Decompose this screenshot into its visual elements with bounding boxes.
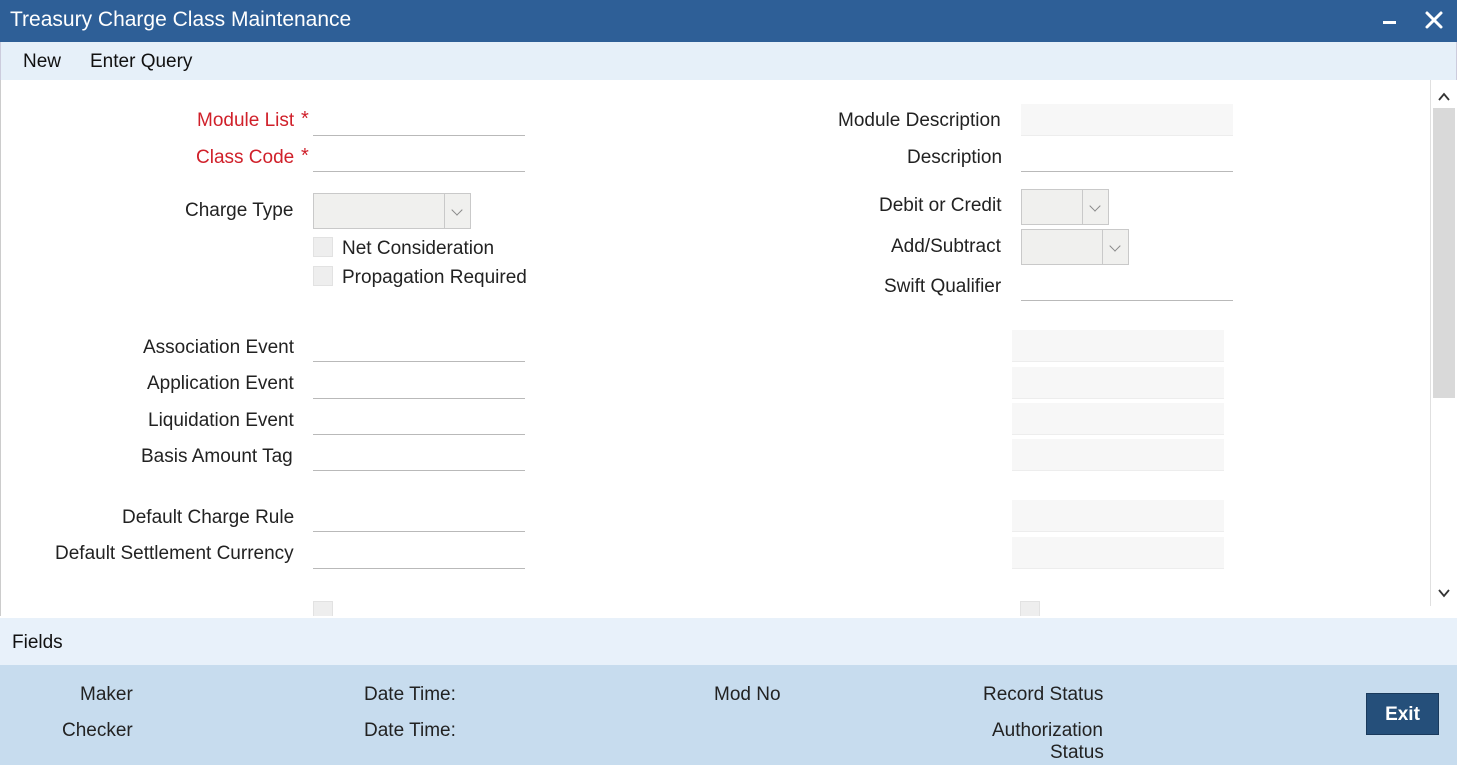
application-event-input[interactable] <box>313 367 525 399</box>
default-settlement-currency-description <box>1012 537 1224 569</box>
mod-no-label: Mod No <box>714 684 781 705</box>
window-titlebar: Treasury Charge Class Maintenance <box>0 0 1457 42</box>
module-list-input[interactable] <box>313 104 525 136</box>
basis-amount-tag-description <box>1012 439 1224 471</box>
basis-amount-tag-label: Basis Amount Tag <box>141 446 293 467</box>
new-button[interactable]: New <box>23 51 61 73</box>
chevron-down-icon <box>444 194 470 228</box>
checker-label: Checker <box>62 720 133 741</box>
required-mark: * <box>301 145 309 167</box>
enter-query-button[interactable]: Enter Query <box>90 51 192 73</box>
default-settlement-currency-input[interactable] <box>313 537 525 569</box>
application-event-label: Application Event <box>147 373 294 394</box>
association-event-description <box>1012 330 1224 362</box>
debit-or-credit-label: Debit or Credit <box>879 195 1002 216</box>
class-code-input[interactable] <box>313 140 525 172</box>
chevron-down-icon <box>1102 230 1128 264</box>
cut-off-checkbox[interactable] <box>1020 601 1040 616</box>
checker-date-time-label: Date Time: <box>364 720 456 741</box>
record-status-label: Record Status <box>983 684 1104 705</box>
chevron-down-icon <box>1082 190 1108 224</box>
add-subtract-label: Add/Subtract <box>891 236 1001 257</box>
module-description-label: Module Description <box>838 110 1001 131</box>
scrollbar-thumb[interactable] <box>1433 108 1455 398</box>
module-list-label: Module List <box>197 110 295 131</box>
application-event-description <box>1012 367 1224 399</box>
form-panel: Module List * Class Code * Charge Type N… <box>0 80 1430 616</box>
description-label: Description <box>907 147 1003 168</box>
fields-link[interactable]: Fields <box>12 632 63 654</box>
minimize-icon[interactable] <box>1380 9 1402 31</box>
authorization-status-label: Authorization <box>992 720 1103 741</box>
close-icon[interactable] <box>1422 8 1446 32</box>
cut-off-checkbox[interactable] <box>313 601 333 616</box>
authorization-status-label-line2: Status <box>1050 742 1104 763</box>
swift-qualifier-input[interactable] <box>1021 269 1233 301</box>
vertical-scrollbar[interactable] <box>1430 80 1457 606</box>
association-event-label: Association Event <box>143 337 295 358</box>
description-input[interactable] <box>1021 140 1233 172</box>
charge-type-label: Charge Type <box>185 200 294 221</box>
propagation-required-checkbox[interactable] <box>313 266 333 286</box>
debit-or-credit-select[interactable] <box>1021 189 1109 225</box>
association-event-input[interactable] <box>313 330 525 362</box>
default-charge-rule-description <box>1012 500 1224 532</box>
net-consideration-label: Net Consideration <box>342 238 495 259</box>
default-settlement-currency-label: Default Settlement Currency <box>55 543 294 564</box>
basis-amount-tag-input[interactable] <box>313 439 525 471</box>
liquidation-event-description <box>1012 403 1224 435</box>
net-consideration-checkbox[interactable] <box>313 237 333 257</box>
liquidation-event-input[interactable] <box>313 403 525 435</box>
liquidation-event-label: Liquidation Event <box>148 410 294 431</box>
chevron-up-icon[interactable] <box>1437 88 1451 102</box>
audit-footer: Maker Checker Date Time: Date Time: Mod … <box>0 665 1457 765</box>
required-mark: * <box>301 108 309 130</box>
default-charge-rule-input[interactable] <box>313 500 525 532</box>
module-description-field <box>1021 104 1233 136</box>
class-code-label: Class Code <box>196 147 295 168</box>
swift-qualifier-label: Swift Qualifier <box>884 276 1002 297</box>
fields-section: Fields <box>0 618 1457 665</box>
propagation-required-label: Propagation Required <box>342 267 527 288</box>
maker-label: Maker <box>80 684 133 705</box>
charge-type-select[interactable] <box>313 193 471 229</box>
default-charge-rule-label: Default Charge Rule <box>122 507 295 528</box>
maker-date-time-label: Date Time: <box>364 684 456 705</box>
exit-button[interactable]: Exit <box>1366 693 1439 735</box>
toolbar: New Enter Query <box>0 42 1457 80</box>
add-subtract-select[interactable] <box>1021 229 1129 265</box>
chevron-down-icon[interactable] <box>1437 584 1451 598</box>
window-title: Treasury Charge Class Maintenance <box>10 8 352 31</box>
